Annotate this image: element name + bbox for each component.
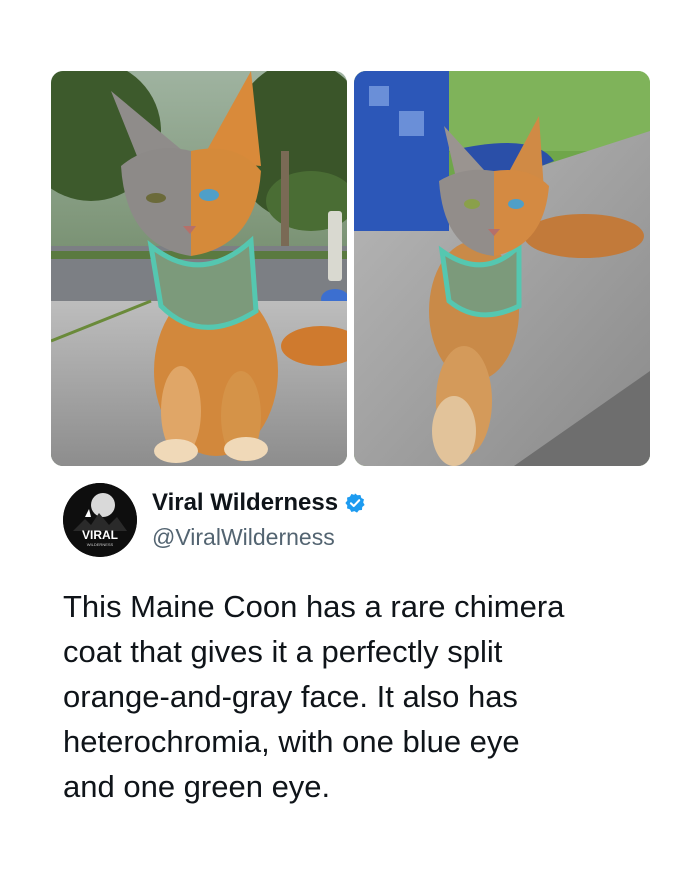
post-text: This Maine Coon has a rare chimera coat … [63, 584, 663, 809]
post-text-line: and one green eye. [63, 769, 331, 804]
viral-wilderness-logo-icon: VIRAL WILDERNESS [63, 483, 137, 557]
post-text-line: coat that gives it a perfectly split [63, 634, 503, 669]
post-text-line: heterochromia, with one blue eye [63, 724, 520, 759]
avatar-logo-text: VIRAL [82, 528, 118, 542]
avatar-logo-subtext: WILDERNESS [87, 542, 114, 547]
cat-sitting-photo-icon [51, 71, 347, 466]
verified-badge-icon [345, 493, 365, 513]
post-text-line: orange-and-gray face. It also has [63, 679, 518, 714]
author-avatar[interactable]: VIRAL WILDERNESS [63, 483, 137, 557]
author-display-name-text: Viral Wilderness [152, 489, 339, 516]
photo-cat-lying[interactable] [354, 71, 650, 466]
author-handle[interactable]: @ViralWilderness [152, 524, 335, 551]
cat-lying-photo-icon [354, 71, 650, 466]
post-text-line: This Maine Coon has a rare chimera [63, 589, 565, 624]
photo-cat-sitting[interactable] [51, 71, 347, 466]
author-display-name[interactable]: Viral Wilderness [152, 489, 366, 517]
